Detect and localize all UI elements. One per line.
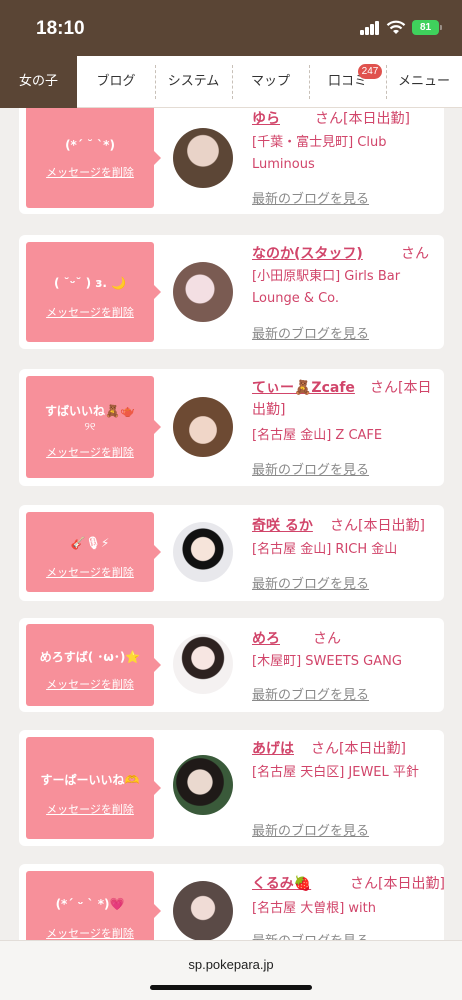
- latest-blog-link[interactable]: 最新のブログを見る: [252, 820, 369, 839]
- shop-link[interactable]: [名古屋 天白区] JEWEL 平針: [252, 762, 438, 784]
- list-item: (*´ ᵕ ` *)💗 メッセージを削除 くるみ🍓 さん[本日出勤] [名古屋 …: [19, 864, 444, 940]
- reviews-count-badge: 247: [358, 64, 382, 79]
- girl-status: さん[本日出勤]: [252, 380, 432, 418]
- avatar[interactable]: [173, 634, 233, 694]
- cellular-signal-icon: [360, 21, 380, 35]
- message-text: 🎸🎙⚡: [70, 536, 110, 550]
- tab-system[interactable]: システム: [155, 56, 232, 108]
- list-item: ( ˘ᵕ˘ ) з. 🌙 メッセージを削除 なのか(スタッフ) さん [小田原駅…: [19, 235, 444, 349]
- message-text: ( ˘ᵕ˘ ) з. 🌙: [53, 276, 126, 290]
- message-bubble: めろすば( ･ω･)⭐ メッセージを削除: [26, 624, 161, 706]
- list-item: (*´ ˘ `*) メッセージを削除 ゆら さん[本日出勤] [千葉・富士見町]…: [19, 108, 444, 214]
- status-time: 18:10: [36, 18, 85, 39]
- delete-message-link[interactable]: メッセージを削除: [26, 801, 154, 817]
- list-item: めろすば( ･ω･)⭐ メッセージを削除 めろ さん [木屋町] SWEETS …: [19, 618, 444, 712]
- girl-name-link[interactable]: くるみ🍓: [252, 873, 311, 893]
- avatar[interactable]: [173, 262, 233, 322]
- message-bubble: 🎸🎙⚡ メッセージを削除: [26, 512, 161, 592]
- tab-map[interactable]: マップ: [232, 56, 309, 108]
- girl-name-link[interactable]: なのか(スタッフ): [252, 243, 363, 263]
- tab-menu[interactable]: メニュー: [386, 56, 462, 108]
- delete-message-link[interactable]: メッセージを削除: [26, 564, 154, 580]
- girl-name-link[interactable]: めろ: [252, 628, 280, 648]
- delete-message-link[interactable]: メッセージを削除: [26, 676, 154, 692]
- delete-message-link[interactable]: メッセージを削除: [26, 925, 154, 940]
- nav-tabs: 女の子 ブログ システム マップ 口コミ メニュー: [0, 56, 462, 108]
- message-text: (*´ ᵕ ` *)💗: [55, 897, 125, 911]
- message-text-line2: ୨୧: [84, 420, 96, 433]
- avatar[interactable]: [173, 881, 233, 940]
- tab-girls[interactable]: 女の子: [0, 56, 77, 108]
- url-text[interactable]: sp.pokepara.jp: [0, 957, 462, 972]
- list-item: すばいいね🧸🫖 ୨୧ メッセージを削除 てぃー🧸Zcafe さん[本日出勤] […: [19, 369, 444, 486]
- delete-message-link[interactable]: メッセージを削除: [26, 444, 154, 460]
- message-text: すばいいね🧸🫖: [45, 404, 135, 418]
- girl-status: さん[本日出勤]: [330, 518, 425, 534]
- browser-url-bar[interactable]: sp.pokepara.jp: [0, 940, 462, 1000]
- girl-name-link[interactable]: 奇咲 るか: [252, 515, 313, 535]
- battery-icon: 81: [412, 20, 439, 35]
- latest-blog-link[interactable]: 最新のブログを見る: [252, 930, 369, 940]
- delete-message-link[interactable]: メッセージを削除: [26, 304, 154, 320]
- message-text: めろすば( ･ω･)⭐: [39, 650, 141, 664]
- message-text: (*´ ˘ `*): [65, 138, 115, 152]
- shop-link[interactable]: [名古屋 金山] Z CAFE: [252, 425, 438, 447]
- message-bubble: (*´ ˘ `*) メッセージを削除: [26, 108, 161, 208]
- tab-blog[interactable]: ブログ: [77, 56, 155, 108]
- message-bubble: ( ˘ᵕ˘ ) з. 🌙 メッセージを削除: [26, 242, 161, 342]
- shop-link[interactable]: [千葉・富士見町] Club Luminous: [252, 132, 438, 176]
- girl-status: さん: [401, 246, 429, 262]
- shop-link[interactable]: [名古屋 金山] RICH 金山: [252, 539, 438, 561]
- latest-blog-link[interactable]: 最新のブログを見る: [252, 459, 369, 478]
- shop-link[interactable]: [名古屋 大曽根] with: [252, 898, 438, 920]
- avatar[interactable]: [173, 755, 233, 815]
- message-bubble: すばいいね🧸🫖 ୨୧ メッセージを削除: [26, 376, 161, 478]
- avatar[interactable]: [173, 128, 233, 188]
- latest-blog-link[interactable]: 最新のブログを見る: [252, 323, 369, 342]
- avatar[interactable]: [173, 522, 233, 582]
- latest-blog-link[interactable]: 最新のブログを見る: [252, 188, 369, 207]
- shop-link[interactable]: [木屋町] SWEETS GANG: [252, 651, 438, 673]
- girl-status: さん[本日出勤]: [311, 741, 406, 757]
- message-bubble: すーぱーいいね🫶 メッセージを削除: [26, 737, 161, 839]
- shop-link[interactable]: [小田原駅東口] Girls Bar Lounge & Co.: [252, 266, 438, 310]
- list-item: すーぱーいいね🫶 メッセージを削除 あげは さん[本日出勤] [名古屋 天白区]…: [19, 730, 444, 846]
- girl-status: さん[本日出勤]: [315, 111, 410, 127]
- girl-name-link[interactable]: あげは: [252, 738, 294, 758]
- message-bubble: (*´ ᵕ ` *)💗 メッセージを削除: [26, 871, 161, 940]
- latest-blog-link[interactable]: 最新のブログを見る: [252, 684, 369, 703]
- latest-blog-link[interactable]: 最新のブログを見る: [252, 573, 369, 592]
- girl-status: さん[本日出勤]: [350, 876, 444, 892]
- wifi-icon: [386, 20, 406, 34]
- delete-message-link[interactable]: メッセージを削除: [26, 164, 154, 180]
- message-text: すーぱーいいね🫶: [40, 773, 140, 787]
- battery-tip: [440, 25, 442, 30]
- list-item: 🎸🎙⚡ メッセージを削除 奇咲 るか さん[本日出勤] [名古屋 金山] RIC…: [19, 505, 444, 601]
- avatar[interactable]: [173, 397, 233, 457]
- status-bar: 18:10 81: [0, 0, 462, 56]
- girl-status: さん: [313, 631, 341, 647]
- home-indicator[interactable]: [150, 985, 312, 990]
- girl-name-link[interactable]: ゆら: [252, 108, 280, 128]
